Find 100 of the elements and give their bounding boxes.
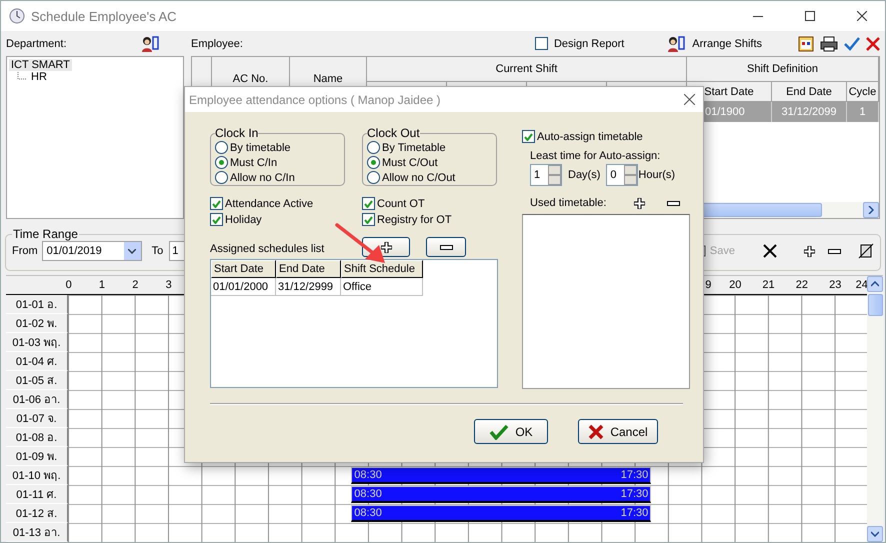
group-title: Clock In bbox=[215, 126, 258, 140]
column-header: Cycle bbox=[847, 82, 879, 102]
column-header: End Date bbox=[772, 82, 847, 102]
checkmark-icon[interactable] bbox=[844, 36, 860, 50]
add-icon bbox=[804, 246, 815, 256]
arrange-shifts-label[interactable]: Arrange Shifts bbox=[692, 38, 762, 50]
date-label: 01-13 อา. bbox=[6, 523, 68, 542]
column-header: Start Date bbox=[211, 260, 276, 278]
clear-icon[interactable] bbox=[858, 243, 874, 259]
hour-label: 23 bbox=[828, 278, 842, 293]
least-time-label: Least time for Auto-assign: bbox=[530, 150, 660, 162]
scrollbar-thumb[interactable] bbox=[868, 294, 882, 316]
department-label: Department: bbox=[6, 38, 67, 50]
date-label: 01-03 พฤ. bbox=[6, 333, 68, 352]
radio-button[interactable] bbox=[367, 171, 380, 184]
table-cell: 31/12/2099 bbox=[772, 102, 847, 122]
hour-label: 2 bbox=[131, 278, 140, 293]
list-title: Assigned schedules list bbox=[210, 243, 324, 257]
arrow-down-icon bbox=[871, 531, 879, 537]
shift-end-time: 17:30 bbox=[620, 469, 648, 481]
radio-button[interactable] bbox=[367, 156, 380, 169]
scroll-right-button[interactable] bbox=[863, 202, 879, 218]
shift-start-time: 08:30 bbox=[354, 488, 382, 500]
hour-label: 1 bbox=[98, 278, 106, 293]
remove-icon bbox=[667, 200, 680, 206]
date-label: 01-09 พ. bbox=[6, 447, 68, 466]
arrow-up-icon bbox=[871, 281, 879, 287]
checkbox[interactable] bbox=[362, 197, 375, 210]
group-title: Time Range bbox=[12, 227, 79, 241]
shift-bar[interactable]: 08:30 17:30 bbox=[351, 467, 652, 484]
ok-button[interactable]: OK bbox=[474, 419, 548, 444]
add-icon bbox=[634, 198, 645, 208]
from-label: From bbox=[12, 245, 38, 257]
column-group-header: Shift Definition bbox=[687, 57, 879, 82]
printer-icon[interactable] bbox=[820, 36, 838, 52]
checkbox-label: Attendance Active bbox=[225, 198, 314, 210]
plus-icon bbox=[380, 242, 392, 252]
checkbox-label: Count OT bbox=[377, 198, 425, 210]
shift-end-time: 17:30 bbox=[620, 488, 648, 500]
column-group-header: Current Shift bbox=[367, 57, 687, 82]
hours-spinner[interactable]: 0 bbox=[606, 164, 638, 186]
date-label: 01-11 ศ. bbox=[6, 485, 68, 504]
radio-button[interactable] bbox=[215, 141, 228, 154]
radio-button[interactable] bbox=[367, 141, 380, 154]
hour-label: 22 bbox=[794, 278, 809, 293]
shift-bar[interactable]: 08:30 17:30 bbox=[351, 486, 652, 503]
date-picker[interactable]: 01/01/2019 bbox=[42, 241, 142, 261]
window-title: Schedule Employee's AC bbox=[31, 8, 178, 24]
close-icon[interactable] bbox=[866, 36, 880, 50]
arrow-right-icon bbox=[868, 206, 874, 214]
hour-label: 9 bbox=[704, 278, 712, 293]
close-icon bbox=[857, 11, 867, 21]
delete-icon[interactable] bbox=[763, 244, 777, 258]
date-label: 01-10 พฤ. bbox=[6, 466, 68, 485]
date-label: 01-06 อา. bbox=[6, 390, 68, 409]
hour-label: 20 bbox=[728, 278, 742, 293]
scroll-down-button[interactable] bbox=[867, 526, 883, 542]
date-label: 01-08 อ. bbox=[6, 428, 68, 447]
person-icon[interactable] bbox=[666, 34, 686, 52]
tree-item[interactable]: ICT SMART bbox=[9, 59, 72, 71]
remove-icon bbox=[828, 248, 841, 254]
hours-unit: Hour(s) bbox=[638, 169, 676, 181]
checkbox-label: Holiday bbox=[225, 214, 262, 226]
date-label: 01-05 ส. bbox=[6, 371, 68, 390]
cancel-button[interactable]: Cancel bbox=[578, 419, 658, 444]
used-timetable-label: Used timetable: bbox=[530, 197, 606, 209]
days-unit: Day(s) bbox=[568, 169, 600, 181]
caret-icon bbox=[128, 248, 136, 254]
person-icon[interactable] bbox=[140, 34, 160, 52]
table-cell: 01/01/2000 bbox=[211, 278, 276, 296]
minus-icon bbox=[440, 244, 453, 250]
checkbox[interactable] bbox=[362, 213, 375, 226]
checkbox[interactable] bbox=[210, 197, 223, 210]
remove-button[interactable] bbox=[426, 237, 466, 257]
option-label: Allow no C/In bbox=[230, 172, 295, 184]
calendar-icon[interactable] bbox=[798, 36, 814, 52]
shift-bar[interactable]: 08:30 17:30 bbox=[351, 505, 652, 522]
date-label: 01-02 พ. bbox=[6, 314, 68, 333]
scroll-up-button[interactable] bbox=[867, 276, 883, 292]
shift-end-time: 17:30 bbox=[620, 507, 648, 519]
days-spinner[interactable]: 1 bbox=[530, 164, 562, 186]
close-icon[interactable] bbox=[684, 94, 695, 105]
maximize-icon bbox=[805, 11, 815, 21]
checkbox[interactable] bbox=[210, 213, 223, 226]
checkbox[interactable] bbox=[522, 130, 535, 143]
tree-connector-icon bbox=[17, 72, 27, 82]
to-label: To bbox=[152, 245, 164, 257]
checkbox-label: Registry for OT bbox=[377, 214, 452, 226]
radio-button[interactable] bbox=[215, 156, 228, 169]
checkbox[interactable] bbox=[534, 37, 548, 50]
checkmark-icon bbox=[489, 424, 510, 440]
table-cell: 1 bbox=[847, 102, 879, 122]
checkbox-label: Auto-assign timetable bbox=[537, 130, 643, 142]
radio-button[interactable] bbox=[215, 171, 228, 184]
table-cell: Office bbox=[341, 278, 423, 296]
table-cell: 31/12/2999 bbox=[276, 278, 341, 296]
shift-start-time: 08:30 bbox=[354, 507, 382, 519]
hour-label: 0 bbox=[64, 278, 73, 293]
tree-item[interactable]: HR bbox=[29, 71, 49, 83]
employee-label: Employee: bbox=[191, 38, 243, 50]
